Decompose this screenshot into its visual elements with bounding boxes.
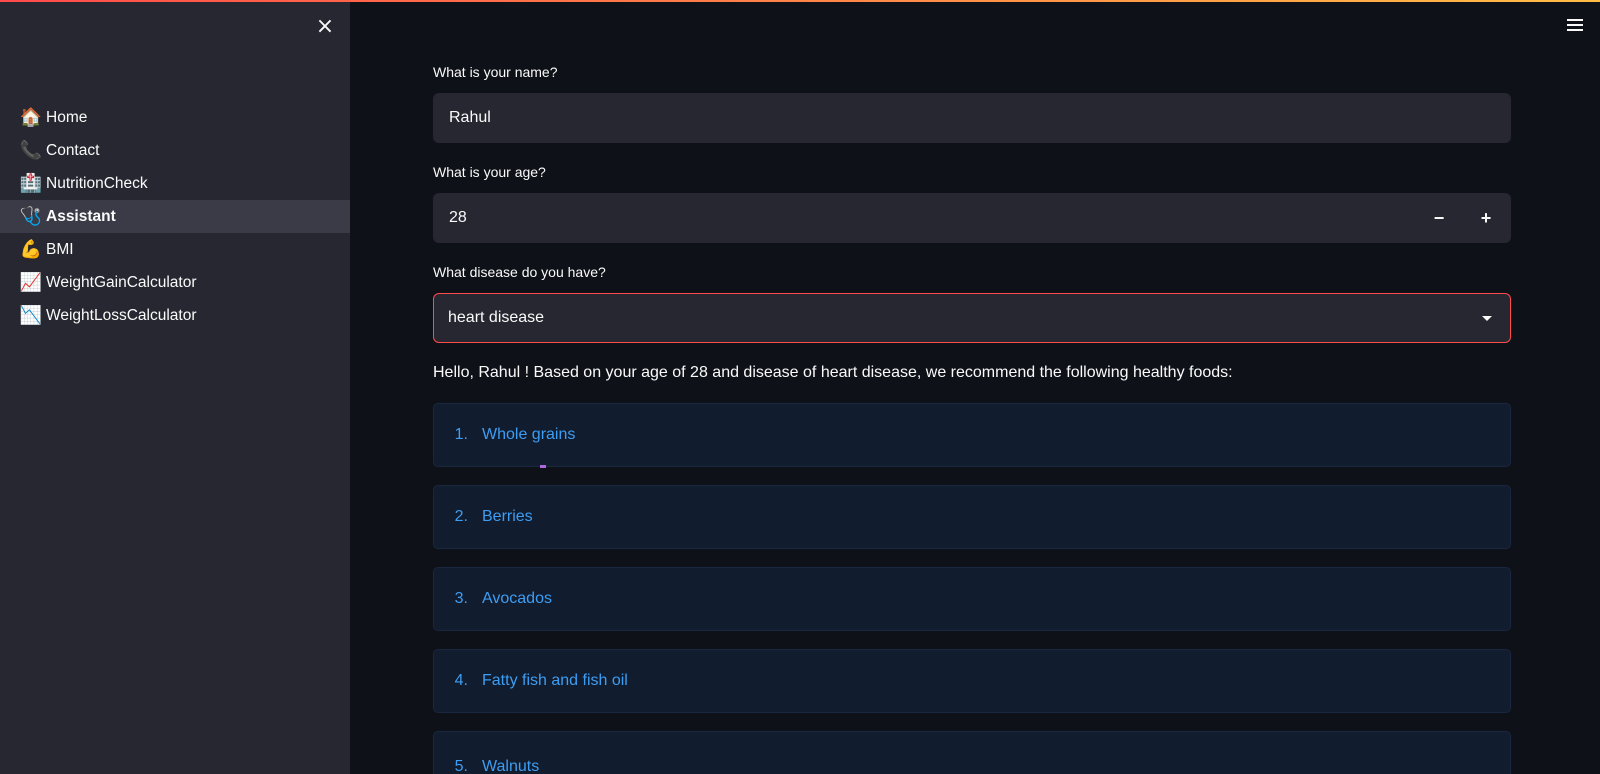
- name-label: What is your name?: [433, 64, 558, 80]
- chart-increasing-icon: 📈: [19, 271, 43, 293]
- sidebar-item-nutritioncheck[interactable]: 🏥 NutritionCheck: [0, 167, 350, 200]
- disease-label: What disease do you have?: [433, 264, 606, 280]
- sidebar-nav: 🏠 Home 📞 Contact 🏥 NutritionCheck 🩺 Assi…: [0, 101, 350, 332]
- food-item: 2. Berries: [433, 485, 1511, 549]
- food-item: 4. Fatty fish and fish oil: [433, 649, 1511, 713]
- food-item: 3. Avocados: [433, 567, 1511, 631]
- age-decrement-button[interactable]: −: [1416, 193, 1462, 243]
- menu-icon-bar: [1567, 19, 1583, 21]
- sidebar-item-label: Contact: [46, 141, 100, 159]
- food-item-name: Berries: [482, 508, 533, 525]
- chart-decreasing-icon: 📉: [19, 304, 43, 326]
- name-input-value: Rahul: [449, 109, 491, 126]
- minus-icon: −: [1433, 207, 1445, 228]
- sidebar-item-label: WeightLossCalculator: [46, 306, 197, 324]
- sidebar-item-label: Home: [46, 108, 88, 126]
- stethoscope-icon: 🩺: [19, 205, 43, 227]
- flexed-biceps-icon: 💪: [19, 238, 43, 260]
- sidebar-item-label: WeightGainCalculator: [46, 273, 197, 291]
- close-sidebar-button[interactable]: ×: [312, 14, 338, 40]
- food-item-name: Fatty fish and fish oil: [482, 672, 628, 689]
- food-item-name: Whole grains: [482, 426, 576, 443]
- hospital-icon: 🏥: [19, 172, 43, 194]
- menu-icon-bar: [1567, 24, 1583, 26]
- food-item-number: 2.: [454, 508, 468, 525]
- food-item-name: Walnuts: [482, 758, 540, 774]
- food-item-name: Avocados: [482, 590, 552, 607]
- food-item-number: 5.: [454, 758, 468, 774]
- food-item-number: 1.: [454, 426, 468, 443]
- sidebar-item-contact[interactable]: 📞 Contact: [0, 134, 350, 167]
- name-input[interactable]: Rahul: [433, 93, 1511, 143]
- sidebar-item-weightgaincalculator[interactable]: 📈 WeightGainCalculator: [0, 266, 350, 299]
- age-label: What is your age?: [433, 164, 546, 180]
- hamburger-menu-button[interactable]: [1564, 14, 1586, 36]
- disease-select-value: heart disease: [448, 309, 545, 326]
- food-item-number: 4.: [454, 672, 468, 689]
- age-input-value: 28: [449, 209, 467, 226]
- disease-select[interactable]: heart disease: [433, 293, 1511, 343]
- sidebar-item-label: BMI: [46, 240, 74, 258]
- sidebar-item-home[interactable]: 🏠 Home: [0, 101, 350, 134]
- sidebar-item-weightlosscalculator[interactable]: 📉 WeightLossCalculator: [0, 299, 350, 332]
- close-icon: ×: [315, 14, 335, 39]
- plus-icon: +: [1480, 207, 1492, 228]
- sidebar-item-assistant[interactable]: 🩺 Assistant: [0, 200, 350, 233]
- food-item-number: 3.: [454, 590, 468, 607]
- age-increment-button[interactable]: +: [1463, 193, 1509, 243]
- telephone-icon: 📞: [19, 139, 43, 161]
- sidebar-item-label: Assistant: [46, 207, 116, 225]
- food-item: 5. Walnuts: [433, 731, 1511, 774]
- food-item: 1. Whole grains: [433, 403, 1511, 468]
- chevron-down-icon: [1482, 316, 1492, 321]
- sidebar-item-bmi[interactable]: 💪 BMI: [0, 233, 350, 266]
- top-decoration-bar: [0, 0, 1600, 2]
- age-number-input[interactable]: 28 − +: [433, 193, 1511, 243]
- sidebar: × 🏠 Home 📞 Contact 🏥 NutritionCheck 🩺 As…: [0, 0, 350, 774]
- house-icon: 🏠: [19, 106, 43, 128]
- menu-icon-bar: [1567, 29, 1583, 31]
- loading-indicator: [540, 465, 546, 468]
- recommendation-message: Hello, Rahul ! Based on your age of 28 a…: [433, 364, 1233, 381]
- sidebar-item-label: NutritionCheck: [46, 174, 148, 192]
